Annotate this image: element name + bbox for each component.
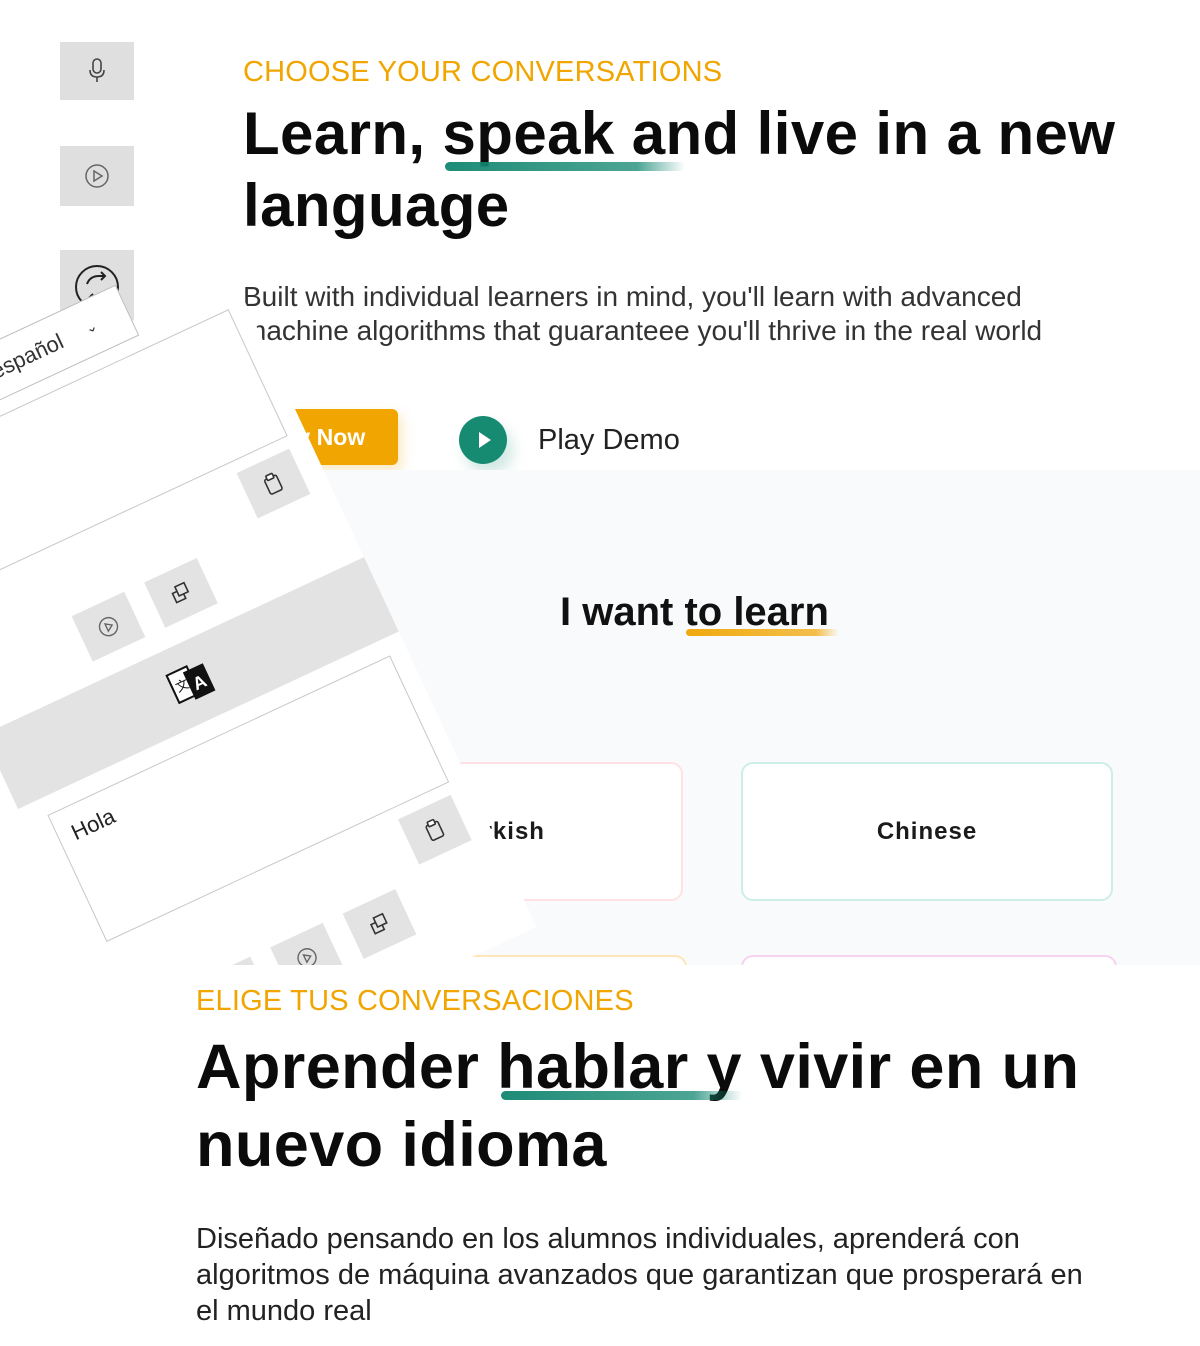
highlight-stroke [444, 162, 685, 171]
copy-icon [369, 912, 388, 935]
clipboard-icon [425, 818, 445, 842]
copy-icon [171, 581, 190, 604]
learn-title-part-1: I want [560, 590, 685, 634]
spanish-title-highlight: hablar y [497, 1032, 742, 1102]
hero-title-highlight-word: speak [442, 100, 615, 167]
spanish-highlight-stroke [501, 1091, 742, 1100]
hero-subtitle: Built with individual learners in mind, … [243, 280, 1042, 348]
eyebrow-label: CHOOSE YOUR CONVERSATIONS [243, 56, 723, 88]
language-card-chinese[interactable]: Chinese [741, 762, 1113, 901]
spanish-title-line-2: nuevo idioma [196, 1110, 607, 1180]
clipboard-icon [264, 472, 283, 495]
hero-title: Learn, speak and live in a new language [243, 98, 1115, 242]
play-demo-label[interactable]: Play Demo [538, 424, 680, 457]
spanish-subtitle-line-2: algoritmos de máquina avanzados que gara… [196, 1259, 1083, 1291]
hero-subtitle-line-2: machine algorithms that guaranteee you'l… [243, 315, 1043, 346]
spanish-subtitle: Diseñado pensando en los alumnos individ… [196, 1221, 1083, 1329]
spanish-title: Aprender hablar y vivir en un nuevo idio… [196, 1028, 1079, 1184]
learn-highlight-stroke [686, 629, 839, 636]
learn-title-highlight-word: to learn [684, 590, 829, 634]
spanish-title-part-3: vivir en un [741, 1032, 1080, 1102]
output-text: Hola [67, 803, 119, 846]
hero-title-line-2: language [243, 172, 510, 239]
hero-subtitle-line-1: Built with individual learners in mind, … [243, 281, 1022, 312]
spanish-eyebrow: ELIGE TUS CONVERSACIONES [196, 985, 634, 1017]
play-demo-icon[interactable] [459, 416, 507, 464]
chevron-down-icon: ⌄ [82, 316, 100, 337]
spanish-subtitle-line-1: Diseñado pensando en los alumnos individ… [196, 1223, 1020, 1255]
play-icon [98, 616, 119, 637]
play-button[interactable] [60, 146, 134, 206]
spanish-title-part-1: Aprender [196, 1032, 498, 1102]
hero-title-highlight: speak [442, 100, 685, 171]
hero-title-part-1: Learn, [243, 100, 443, 167]
hero-title-part-3: and live in a new [614, 100, 1116, 167]
translate-icon: A 文 [165, 663, 216, 705]
microphone-button[interactable] [60, 42, 134, 100]
play-icon [85, 164, 109, 188]
spanish-subtitle-line-3: el mundo real [196, 1295, 372, 1327]
learn-title: I want to learn [560, 590, 839, 636]
microphone-icon [89, 58, 105, 82]
learn-title-highlight: to learn [684, 590, 839, 636]
